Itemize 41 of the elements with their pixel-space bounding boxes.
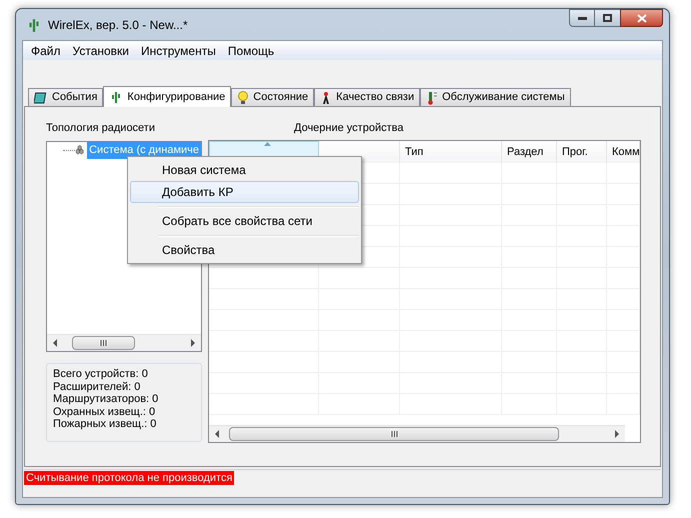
scroll-thumb[interactable] (72, 336, 135, 350)
horizontal-scrollbar[interactable] (47, 334, 201, 351)
window-title: WirelEx, вер. 5.0 - New...* (48, 16, 188, 34)
menu-item[interactable]: Собрать все свойства сети (130, 210, 359, 232)
menu-item[interactable]: Инструменты (135, 42, 222, 60)
menu-item[interactable]: Добавить КР (130, 181, 359, 203)
column-header[interactable]: Комм (607, 141, 640, 163)
stat-text: Всего устройств: 0 (53, 368, 149, 380)
menu-item[interactable]: Свойства (130, 239, 359, 261)
section-label: Дочерние устройства (294, 121, 404, 136)
stat-text: Охранных извещ.: 0 (53, 406, 156, 418)
tab[interactable]: Качество связи (314, 88, 420, 106)
stat-text: Расширителей: 0 (53, 380, 142, 393)
tab[interactable]: Конфигурирование (103, 86, 232, 107)
column-header[interactable]: Прог. (557, 141, 607, 163)
sort-arrow-icon (264, 142, 271, 146)
tab[interactable]: События (28, 88, 104, 106)
menu-item[interactable]: Файл (25, 42, 67, 60)
minimize-icon (578, 16, 586, 20)
tab[interactable]: Обслуживание системы (420, 88, 571, 106)
maximize-icon (603, 14, 612, 22)
menu-item[interactable]: Установки (66, 42, 135, 60)
status-text: Считывание протокола не производится (24, 470, 234, 484)
horizontal-scrollbar[interactable] (209, 425, 625, 442)
scroll-thumb[interactable] (229, 427, 559, 441)
menu-item[interactable]: Новая система (130, 159, 359, 181)
grip-icon (390, 431, 398, 437)
menu-item[interactable]: Помощь (222, 42, 280, 60)
close-icon (636, 14, 646, 22)
grip-icon (100, 340, 107, 346)
lightbulb-icon (237, 90, 250, 104)
close-button[interactable] (620, 9, 663, 27)
stat-text: Пожарных извещ.: 0 (53, 418, 158, 430)
maximize-button[interactable] (595, 9, 620, 27)
minimize-button[interactable] (569, 9, 595, 27)
section-label: Топология радиосети (46, 121, 156, 136)
stat-text: Маршрутизаторов: 0 (53, 393, 160, 406)
column-header[interactable]: Раздел (502, 141, 557, 163)
column-header[interactable]: Тип (400, 141, 502, 163)
tab[interactable]: Состояние (231, 88, 314, 106)
thermometer-icon (426, 90, 438, 104)
